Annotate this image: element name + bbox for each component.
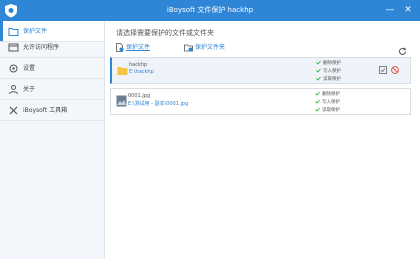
sidebar: 保护文件 允许访问程序 设置 关于 iBoysoft 工具箱	[0, 21, 105, 259]
perm-read[interactable]: 读取保护	[315, 107, 340, 113]
perm-write[interactable]: 写入保护	[316, 68, 341, 74]
close-button[interactable]: ✕	[401, 3, 415, 17]
check-icon	[315, 91, 320, 96]
perm-delete[interactable]: 删除保护	[316, 60, 341, 66]
check-icon	[315, 99, 320, 104]
sidebar-item-label: 关于	[23, 86, 36, 93]
image-file-icon	[116, 95, 127, 107]
tools-icon	[9, 106, 18, 115]
perm-label: 写入保护	[322, 100, 340, 105]
person-icon	[9, 85, 18, 95]
add-folder-icon	[184, 44, 193, 52]
perm-label: 写入保护	[323, 69, 341, 74]
item-path: E:\测试用 - 副本\0001.jpg	[128, 101, 189, 107]
perm-label: 删除保护	[323, 61, 341, 66]
title-bar: iBoysoft 文件保护 hackhp — ✕	[0, 0, 420, 21]
instruction-text: 请选择需要保护的文件或文件夹	[116, 29, 214, 37]
window-title: iBoysoft 文件保护 hackhp	[166, 6, 254, 14]
sidebar-item-label: 设置	[23, 65, 36, 72]
app-window-icon	[8, 43, 19, 52]
remove-icon[interactable]	[391, 66, 399, 74]
folder-icon	[117, 67, 128, 75]
refresh-icon[interactable]	[398, 47, 407, 56]
check-icon	[315, 107, 320, 112]
list-item[interactable]: hackhp E:\hackhp 删除保护 写入保护 读取保护	[110, 57, 411, 84]
check-icon	[316, 76, 321, 81]
sidebar-item-label: 允许访问程序	[23, 44, 60, 51]
item-name: 0001.jpg	[128, 93, 151, 99]
perm-read[interactable]: 读取保护	[316, 76, 341, 82]
sidebar-item-settings[interactable]: 设置	[0, 58, 104, 79]
perm-label: 读取保护	[323, 77, 341, 82]
sidebar-item-allowed-programs[interactable]: 允许访问程序	[0, 37, 104, 58]
item-name: hackhp	[129, 62, 148, 68]
perm-label: 删除保护	[322, 92, 340, 97]
check-icon	[316, 60, 321, 65]
add-file-icon	[116, 43, 124, 52]
minimize-button[interactable]: —	[383, 3, 397, 17]
gear-icon	[9, 64, 18, 73]
check-icon	[316, 68, 321, 73]
sidebar-item-label: iBoysoft 工具箱	[23, 107, 68, 114]
protect-file-label: 保护文件	[126, 44, 151, 51]
edit-icon[interactable]	[379, 66, 387, 74]
sidebar-item-toolbox[interactable]: iBoysoft 工具箱	[0, 100, 104, 121]
perm-delete[interactable]: 删除保护	[315, 91, 340, 97]
perm-label: 读取保护	[322, 108, 340, 113]
sidebar-item-about[interactable]: 关于	[0, 79, 104, 100]
protect-folder-label: 保护文件夹	[195, 44, 226, 51]
folder-lock-icon	[8, 28, 19, 36]
perm-write[interactable]: 写入保护	[315, 99, 340, 105]
item-path: E:\hackhp	[129, 69, 154, 75]
list-item[interactable]: 0001.jpg E:\测试用 - 副本\0001.jpg 删除保护 写入保护 …	[110, 88, 411, 115]
